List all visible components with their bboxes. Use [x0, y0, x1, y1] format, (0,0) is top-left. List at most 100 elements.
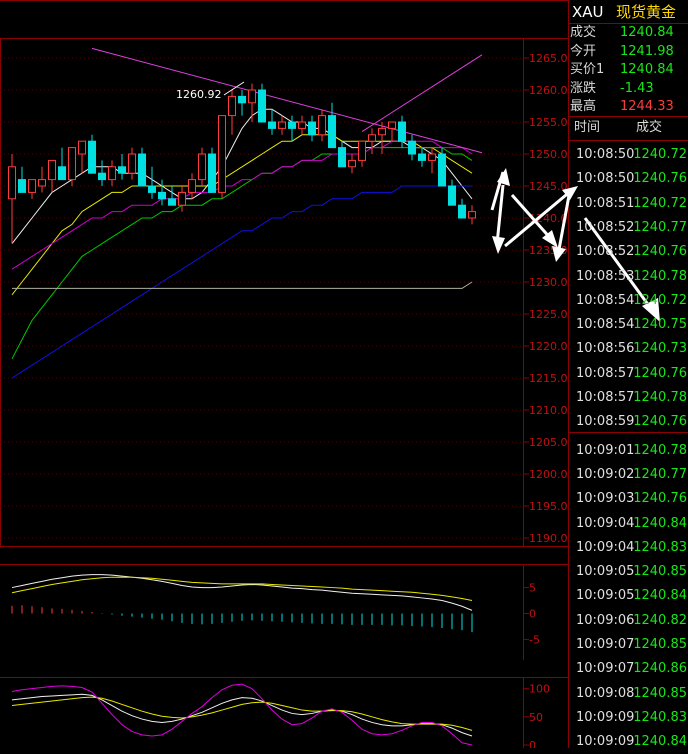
price-tick-label: 1215.0	[529, 372, 568, 385]
trendline	[361, 54, 483, 133]
candle-body	[38, 179, 46, 187]
candle-body	[118, 166, 126, 174]
tick-price: 1240.76	[633, 244, 687, 260]
quote-value: 1240.84	[620, 62, 674, 77]
tick-row[interactable]: 10:09:07 1240.85	[570, 633, 688, 657]
tick-row[interactable]: 10:08:57 1240.78	[570, 386, 688, 410]
tick-row[interactable]: 10:08:52 1240.76	[570, 240, 688, 264]
tick-row[interactable]: 10:08:50 1240.76	[570, 167, 688, 191]
tick-time: 10:08:50	[576, 147, 635, 162]
candle-body	[368, 134, 376, 142]
kdj-j-line	[11, 683, 473, 746]
macd-tick-label: -5	[529, 633, 540, 646]
kdj-tick-label: 100	[529, 683, 550, 696]
symbol-code: XAU	[572, 3, 604, 21]
tick-row[interactable]: 10:08:53 1240.78	[570, 265, 688, 289]
candle-body	[288, 121, 296, 129]
candle-body	[178, 191, 186, 206]
tick-time: 10:08:50	[576, 171, 635, 187]
price-tick-label: 1245.0	[529, 180, 568, 193]
quote-label: 最高	[570, 99, 597, 114]
candle-body	[338, 147, 346, 168]
tick-price: 1240.85	[633, 637, 687, 652]
quote-label: 买价1	[570, 62, 605, 77]
price-tick-label: 1265.0	[529, 52, 568, 65]
candle-body	[128, 153, 136, 174]
tick-time: 10:08:54	[576, 292, 635, 308]
tick-price: 1240.73	[633, 341, 687, 357]
tick-time: 10:09:05	[576, 564, 635, 580]
kdj-panel[interactable]: 100 50 0	[11, 678, 550, 748]
tick-price: 1240.86	[633, 661, 687, 677]
tick-row[interactable]: 10:09:06 1240.82	[570, 609, 688, 633]
macd-panel[interactable]: 5 0 -5	[11, 564, 540, 660]
tick-row[interactable]: 10:09:04 1240.84	[570, 512, 688, 536]
candle-body	[398, 121, 406, 142]
main-price-panel[interactable]: 1265.01260.01255.01250.01245.01240.01235…	[0, 38, 569, 547]
tick-row[interactable]: 10:09:04 1240.83	[570, 536, 688, 560]
tick-row[interactable]: 10:09:02 1240.77	[570, 463, 688, 487]
tick-price: 1240.84	[633, 588, 687, 604]
tick-row[interactable]: 10:08:50 1240.72	[570, 143, 688, 167]
candle-body	[8, 166, 16, 200]
candle-body	[88, 140, 96, 174]
trendlines	[91, 47, 483, 154]
price-gridlines	[0, 57, 523, 539]
tick-row[interactable]: 10:09:08 1240.85	[570, 682, 688, 706]
tick-row[interactable]: 10:08:52 1240.77	[570, 216, 688, 240]
ma-line-gray	[12, 281, 473, 289]
tick-row[interactable]: 10:09:05 1240.85	[570, 560, 688, 584]
candle-body	[238, 95, 246, 104]
macd-dea-line	[11, 576, 473, 602]
tick-row[interactable]: 10:09:09 1240.83	[570, 706, 688, 730]
quote-label: 今开	[570, 43, 597, 59]
tick-price: 1240.77	[633, 219, 687, 235]
tick-time: 10:09:09	[576, 709, 635, 725]
quote-value: 1240.84	[620, 25, 674, 40]
ticks-header-time: 时间	[574, 120, 601, 135]
tick-time: 10:08:56	[576, 341, 635, 357]
macd-tick-label: 0	[529, 608, 536, 621]
tick-time: 10:09:09	[576, 734, 635, 750]
price-tick-label: 1210.0	[529, 404, 568, 417]
macd-series	[11, 574, 473, 633]
candle-body	[48, 159, 56, 181]
price-tick-label: 1220.0	[529, 340, 568, 353]
tick-time: 10:09:06	[576, 612, 635, 628]
price-tick-label: 1205.0	[529, 436, 568, 449]
tick-time: 10:08:59	[576, 414, 635, 430]
candle-body	[168, 198, 176, 206]
tick-time: 10:08:54	[576, 317, 635, 333]
candle-body	[58, 166, 66, 181]
tick-price: 1240.78	[633, 442, 687, 458]
tick-price: 1240.83	[633, 709, 687, 725]
candle-body	[408, 140, 416, 155]
tick-time: 10:09:08	[576, 685, 635, 701]
candle-body	[428, 153, 436, 161]
quote-row: 买价1 1240.84	[570, 61, 688, 79]
tick-price: 1240.85	[633, 564, 687, 580]
tick-row[interactable]: 10:09:09 1240.84	[570, 730, 688, 754]
tick-time: 10:09:05	[576, 588, 635, 604]
tick-time: 10:09:04	[576, 515, 635, 531]
tick-row[interactable]: 10:08:51 1240.72	[570, 192, 688, 216]
tick-price: 1240.84	[633, 734, 687, 750]
tick-row[interactable]: 10:08:56 1240.73	[570, 337, 688, 361]
tick-time: 10:09:01	[576, 442, 635, 458]
macd-tick-label: 5	[529, 582, 536, 595]
tick-row[interactable]: 10:09:03 1240.76	[570, 487, 688, 511]
tick-time: 10:08:53	[576, 268, 635, 284]
tick-row[interactable]: 10:09:05 1240.84	[570, 584, 688, 608]
candle-body	[388, 121, 396, 129]
tick-row[interactable]: 10:09:01 1240.78	[570, 439, 688, 463]
symbol-name: 现货黄金	[616, 3, 677, 21]
tick-row[interactable]: 10:08:54 1240.72	[570, 289, 688, 313]
tick-row[interactable]: 10:09:07 1240.86	[570, 657, 688, 681]
tick-row[interactable]: 10:08:54 1240.75	[570, 313, 688, 337]
candle-body	[468, 211, 476, 219]
candle-body	[228, 95, 236, 117]
quote-label: 涨跌	[570, 80, 597, 96]
tick-time: 10:09:03	[576, 491, 635, 507]
tick-row[interactable]: 10:08:57 1240.76	[570, 362, 688, 386]
tick-row[interactable]: 10:08:59 1240.76	[570, 410, 688, 434]
